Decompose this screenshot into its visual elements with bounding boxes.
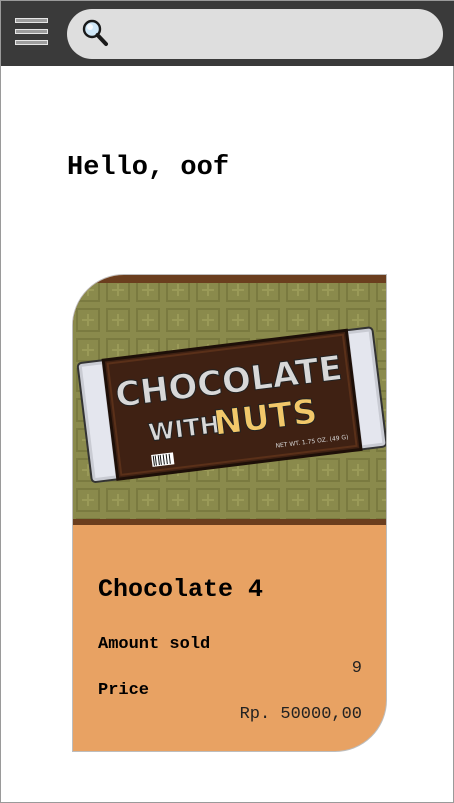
amount-sold-value: 9 [351, 659, 362, 678]
app-frame: Hello, oof CHOCOLATE WITH NUTS NET WT. 1… [0, 0, 454, 803]
price-label: Price [98, 681, 150, 700]
menu-line-icon [15, 18, 48, 23]
top-bar [1, 1, 454, 66]
product-card-body: Chocolate 4 Amount sold 9 Price Rp. 5000… [73, 525, 386, 751]
search-icon[interactable] [81, 19, 109, 47]
greeting-heading: Hello, oof [67, 153, 230, 183]
menu-line-icon [15, 29, 48, 34]
product-image: CHOCOLATE WITH NUTS NET WT. 1.75 OZ. (49… [73, 275, 386, 525]
product-name: Chocolate 4 [98, 575, 264, 604]
amount-sold-label: Amount sold [98, 635, 211, 654]
search-input[interactable] [117, 15, 427, 53]
hamburger-menu-button[interactable] [15, 18, 48, 48]
price-value: Rp. 50000,00 [239, 705, 362, 724]
product-card[interactable]: CHOCOLATE WITH NUTS NET WT. 1.75 OZ. (49… [72, 274, 387, 752]
menu-line-icon [15, 40, 48, 45]
